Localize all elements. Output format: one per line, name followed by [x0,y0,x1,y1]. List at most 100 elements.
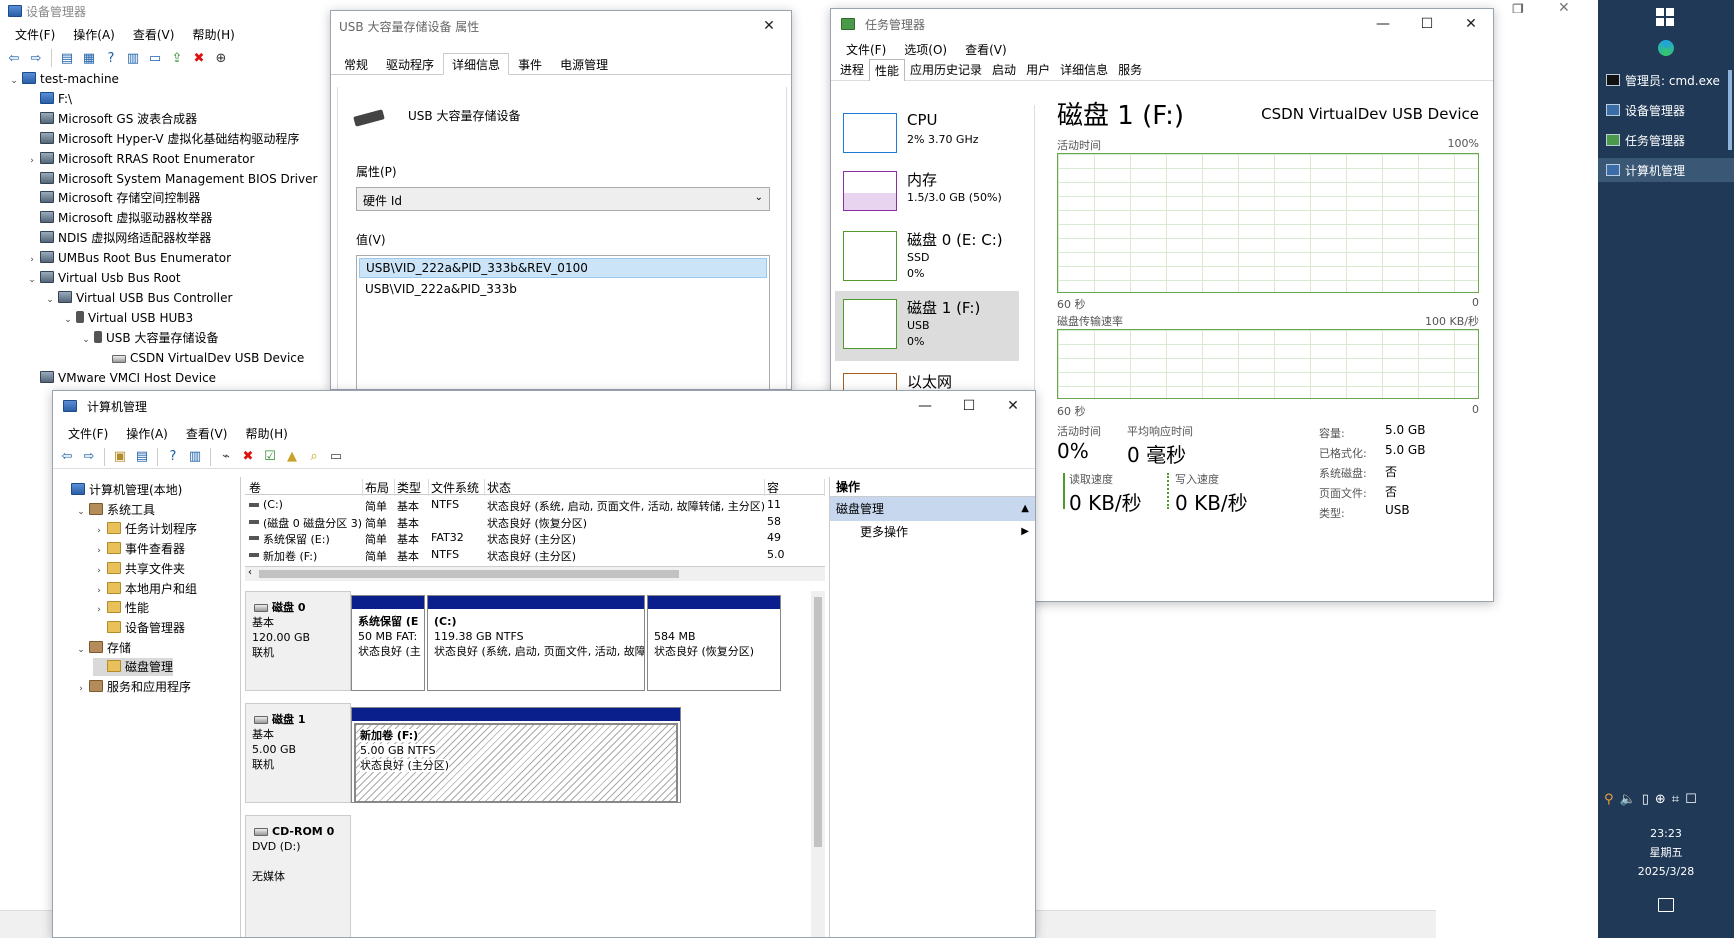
perf-item-memory[interactable]: 内存 1.5/3.0 GB (50%) [835,163,1019,223]
connect-icon[interactable]: ⌁ [216,447,236,467]
disk-view-vscroll[interactable] [811,591,825,937]
tab-details[interactable]: 详细信息 [443,53,510,75]
close-button[interactable]: ✕ [991,391,1035,421]
partition-c[interactable]: (C:) 119.38 GB NTFS 状态良好 (系统, 启动, 页面文件, 活动… [427,595,645,691]
cm-tree-item[interactable]: › 本地用户和组 [93,580,197,598]
device-tree-item[interactable]: Microsoft 存储空间控制器 [26,189,200,207]
properties-icon[interactable]: ▦ [79,48,99,68]
close-button[interactable]: ✕ [1449,9,1493,39]
table-row[interactable]: 系统保留 (E:) 简单 基本 FAT32 状态良好 (主分区) 49 [245,530,825,546]
chevron-right-icon[interactable]: › [93,601,105,619]
task-manager-titlebar[interactable]: 任务管理器 — ☐ ✕ [831,9,1493,39]
volume-list-hscroll[interactable]: ‹ [245,567,825,581]
tm-menu-options[interactable]: 选项(O) [895,41,956,58]
tab-general[interactable]: 常规 [335,54,377,74]
taskbar-item-cmd[interactable]: 管理员: cmd.exe [1606,68,1720,92]
property-select[interactable]: 硬件 Id ⌄ [356,187,770,211]
device-tree-item[interactable]: ⌄ USB 大容量存储设备 [80,329,218,347]
cm-tree-item[interactable]: 计算机管理(本地) [57,481,182,499]
details-view-icon[interactable]: ▥ [123,48,143,68]
column-header[interactable]: 文件系统 [431,479,485,496]
scrollbar-thumb[interactable] [814,597,822,847]
computer-management-titlebar[interactable]: 计算机管理 — ☐ ✕ [53,391,1035,421]
cdrom-header[interactable]: CD-ROM 0 DVD (D:) 无媒体 [245,815,351,937]
tab-services[interactable]: 服务 [1113,59,1147,81]
chevron-down-icon[interactable]: ⌄ [8,72,20,90]
device-tree-item[interactable]: VMware VMCI Host Device [26,369,216,387]
menu-help[interactable]: 帮助(H) [183,26,243,43]
tab-app-history[interactable]: 应用历史记录 [905,59,987,81]
device-tree-item[interactable]: ⌄ Virtual USB Bus Controller [44,289,232,307]
cm-tree-item[interactable]: › 任务计划程序 [93,520,197,538]
chevron-down-icon[interactable]: ⌄ [75,641,87,659]
perf-item-cpu[interactable]: CPU 2% 3.70 GHz [835,105,1019,165]
taskbar-item-device-manager[interactable]: 设备管理器 [1606,98,1685,122]
show-hide-tree-icon[interactable]: ▤ [132,447,152,467]
cm-tree-item[interactable]: 设备管理器 [93,619,185,637]
properties-close-button[interactable]: ✕ [747,11,791,41]
scroll-left-icon[interactable]: ‹ [248,567,252,578]
chevron-right-icon[interactable]: › [93,562,105,580]
disk0-header[interactable]: 磁盘 0 基本 120.00 GB 联机 [245,591,351,691]
delete-icon[interactable]: ✖ [238,447,258,467]
device-tree-item[interactable]: NDIS 虚拟网络适配器枚举器 [26,229,211,247]
search-icon[interactable]: ⚲ [1604,792,1614,812]
column-header[interactable]: 类型 [397,479,429,496]
show-hide-tree-icon[interactable]: ▤ [57,48,77,68]
column-header[interactable]: 布局 [365,479,395,496]
partition-recovery[interactable]: 584 MB 状态良好 (恢复分区) [647,595,781,691]
device-manager-close-button[interactable]: ✕ [1558,0,1588,20]
clock[interactable]: 23:23 星期五 2025/3/28 [1598,824,1734,881]
list-icon[interactable]: ▭ [326,447,346,467]
up-folder-icon[interactable]: ▣ [110,447,130,467]
action-section-disk-management[interactable]: 磁盘管理 ▲ [830,497,1035,521]
table-row[interactable]: (C:) 简单 基本 NTFS 状态良好 (系统, 启动, 页面文件, 活动, 故障转储… [245,497,825,513]
tab-driver[interactable]: 驱动程序 [377,54,443,74]
scan-hardware-icon[interactable]: ⊕ [211,48,231,68]
check-icon[interactable]: ☑ [260,447,280,467]
device-tree-item[interactable]: › UMBus Root Bus Enumerator [26,249,231,267]
menu-view[interactable]: 查看(V) [124,26,184,43]
uninstall-icon[interactable]: ✖ [189,48,209,68]
ime-icon[interactable]: ⌗ [1672,792,1679,812]
back-arrow-icon[interactable]: ⇦ [4,48,24,68]
table-row[interactable]: (磁盘 0 磁盘分区 3) 简单 基本 状态良好 (恢复分区) 58 [245,514,825,530]
collapse-up-icon[interactable]: ▲ [1021,497,1029,521]
device-tree-item[interactable]: ⌄ Virtual USB HUB3 [62,309,193,327]
edge-icon[interactable] [1658,40,1674,56]
column-header[interactable]: 状态 [487,479,765,496]
details-view-icon[interactable]: ▥ [185,447,205,467]
minimize-button[interactable]: — [1361,9,1405,39]
monitor-icon[interactable]: ▭ [145,48,165,68]
help-icon[interactable]: ? [101,48,121,68]
device-tree-item[interactable]: Microsoft Hyper-V 虚拟化基础结构驱动程序 [26,130,299,148]
device-tree-item[interactable]: Microsoft System Management BIOS Driver [26,170,317,188]
tab-power[interactable]: 电源管理 [551,54,617,74]
cm-tree-item[interactable]: › 服务和应用程序 [75,678,191,696]
taskbar-item-task-manager[interactable]: 任务管理器 [1606,128,1685,152]
chevron-down-icon[interactable]: ⌄ [62,311,74,329]
properties-titlebar[interactable]: USB 大容量存储设备 属性 ✕ [331,11,791,41]
tab-events[interactable]: 事件 [509,54,551,74]
cm-tree-item[interactable]: › 共享文件夹 [93,560,185,578]
more-actions[interactable]: 更多操作 ▶ [830,521,1035,543]
table-row[interactable]: 新加卷 (F:) 简单 基本 NTFS 状态良好 (主分区) 5.0 [245,547,825,563]
taskbar-item-computer-management[interactable]: 计算机管理 [1598,158,1734,182]
cm-tree-item[interactable]: 磁盘管理 [93,658,174,677]
chevron-right-icon[interactable]: › [26,152,38,170]
disk1-header[interactable]: 磁盘 1 基本 5.00 GB 联机 [245,703,351,803]
value-item[interactable]: USB\VID_222a&PID_333b [359,280,767,298]
tab-users[interactable]: 用户 [1021,59,1055,81]
chevron-right-icon[interactable]: › [26,251,38,269]
tab-processes[interactable]: 进程 [835,59,869,81]
perf-item-disk1[interactable]: 磁盘 1 (F:) USB 0% [835,291,1019,361]
chevron-right-icon[interactable]: › [93,582,105,600]
cm-tree-item[interactable]: › 性能 [93,599,149,617]
search-icon[interactable]: ⌕ [304,447,324,467]
partition-system-reserved[interactable]: 系统保留 (E 50 MB FAT: 状态良好 (主 [351,595,425,691]
tm-menu-file[interactable]: 文件(F) [837,41,895,58]
network-icon[interactable]: ⊕ [1655,792,1666,812]
forward-arrow-icon[interactable]: ⇨ [26,48,46,68]
cm-menu-file[interactable]: 文件(F) [59,425,117,442]
perf-item-disk0[interactable]: 磁盘 0 (E: C:) SSD 0% [835,223,1019,283]
